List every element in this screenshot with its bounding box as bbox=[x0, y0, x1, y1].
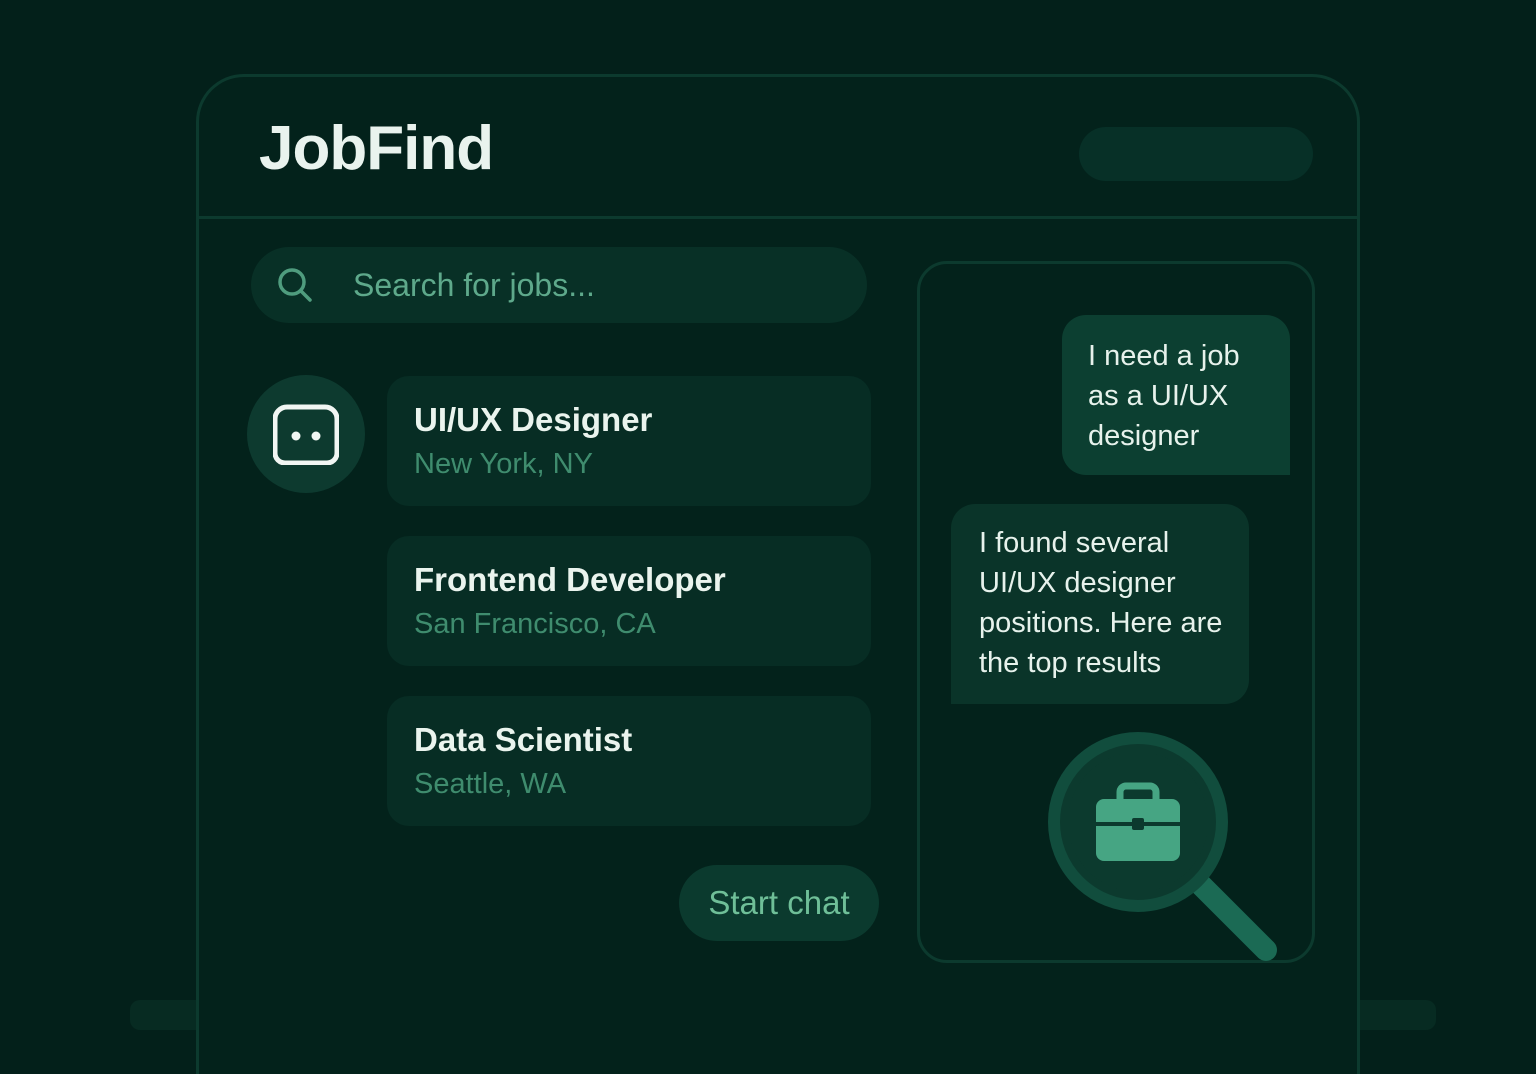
bot-icon bbox=[273, 404, 339, 465]
job-location: Seattle, WA bbox=[414, 768, 567, 800]
chat-panel: I need a job as a UI/UX designer I found… bbox=[917, 261, 1315, 963]
job-search-magnifier-icon bbox=[1048, 732, 1277, 961]
job-card[interactable]: UI/UX Designer New York, NY bbox=[387, 376, 871, 506]
bot-avatar bbox=[247, 375, 365, 493]
job-location: New York, NY bbox=[414, 448, 593, 480]
header-action-pill[interactable] bbox=[1079, 127, 1313, 181]
app-title: JobFind bbox=[259, 114, 494, 183]
job-title: Data Scientist bbox=[414, 721, 633, 758]
search-bar[interactable] bbox=[251, 247, 867, 323]
job-title: Frontend Developer bbox=[414, 561, 726, 598]
job-card[interactable]: Frontend Developer San Francisco, CA bbox=[387, 536, 871, 666]
user-message: I need a job as a UI/UX designer bbox=[1062, 315, 1290, 475]
app-header: JobFind bbox=[199, 77, 1357, 219]
app-window: JobFind UI/UX Designer New York, NY Fron… bbox=[196, 74, 1360, 1074]
job-title: UI/UX Designer bbox=[414, 401, 653, 438]
job-location: San Francisco, CA bbox=[414, 608, 656, 640]
search-icon bbox=[278, 268, 312, 302]
search-input[interactable] bbox=[351, 265, 835, 305]
job-card[interactable]: Data Scientist Seattle, WA bbox=[387, 696, 871, 826]
start-chat-button[interactable]: Start chat bbox=[679, 865, 879, 941]
bot-message: I found several UI/UX designer positions… bbox=[951, 504, 1249, 704]
